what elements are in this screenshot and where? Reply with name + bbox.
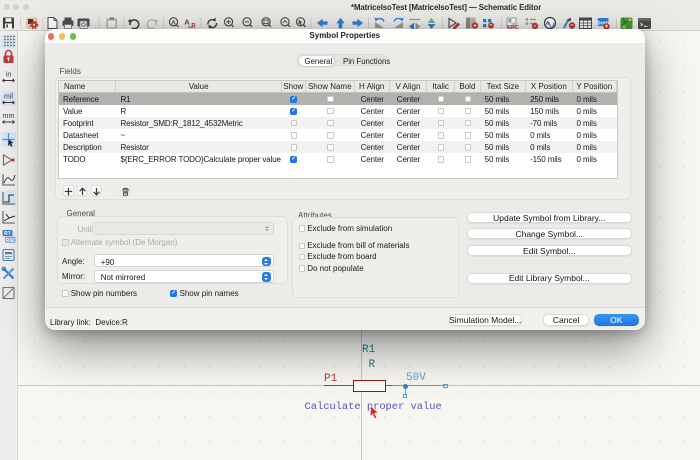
svg-text:?: ? <box>508 19 511 25</box>
svg-text:in: in <box>6 72 12 79</box>
svg-text:A: A <box>184 18 190 27</box>
svg-text:R?: R? <box>4 231 11 237</box>
svg-text:R42: R42 <box>6 238 15 244</box>
svg-text:mm: mm <box>3 113 15 120</box>
svg-text:mil: mil <box>4 94 13 101</box>
svg-text:A: A <box>171 19 176 26</box>
